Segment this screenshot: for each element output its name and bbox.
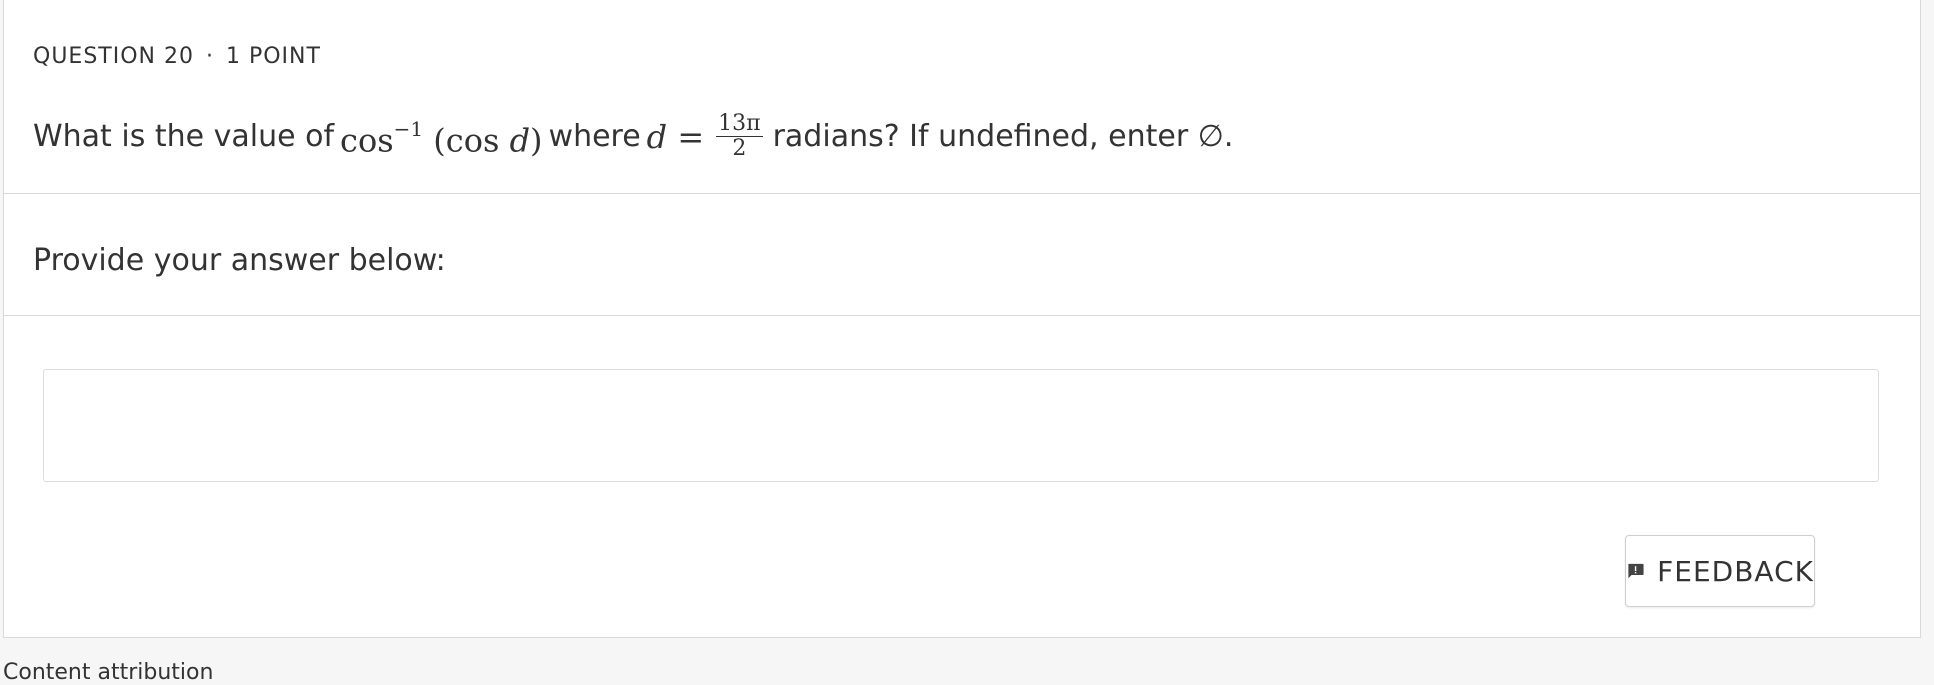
question-text: What is the value of cos−1 (cos d) where… [33,105,1233,169]
answer-prompt: Provide your answer below: [33,243,446,278]
question-meta: QUESTION 20 · 1 POINT [33,44,321,69]
feedback-icon [1628,563,1644,579]
question-points: 1 POINT [225,44,321,69]
math-equation: d = [647,109,704,165]
feedback-button[interactable]: FEEDBACK [1625,535,1815,607]
question-text-after: radians? If undefined, enter ∅. [772,118,1234,154]
math-fraction: 13π 2 [716,111,763,162]
feedback-label: FEEDBACK [1657,554,1814,588]
math-var: d [509,121,531,160]
math-eq-var: d [646,117,668,156]
fraction-denominator: 2 [732,136,747,162]
math-eq-sign: = [677,117,705,156]
math-arg-open: (cos [433,121,510,160]
math-sup: −1 [393,117,424,141]
math-func: cos [340,121,394,160]
question-text-before: What is the value of [33,118,335,154]
math-arg-close: ) [530,121,543,160]
fraction-numerator: 13π [716,111,763,138]
meta-separator: · [205,44,214,69]
answer-input[interactable] [43,369,1879,482]
math-expression: cos−1 (cos d) [340,105,543,169]
question-text-where: where [548,118,641,154]
content-attribution-link[interactable]: Content attribution [3,660,213,685]
question-number: QUESTION 20 [33,44,194,69]
